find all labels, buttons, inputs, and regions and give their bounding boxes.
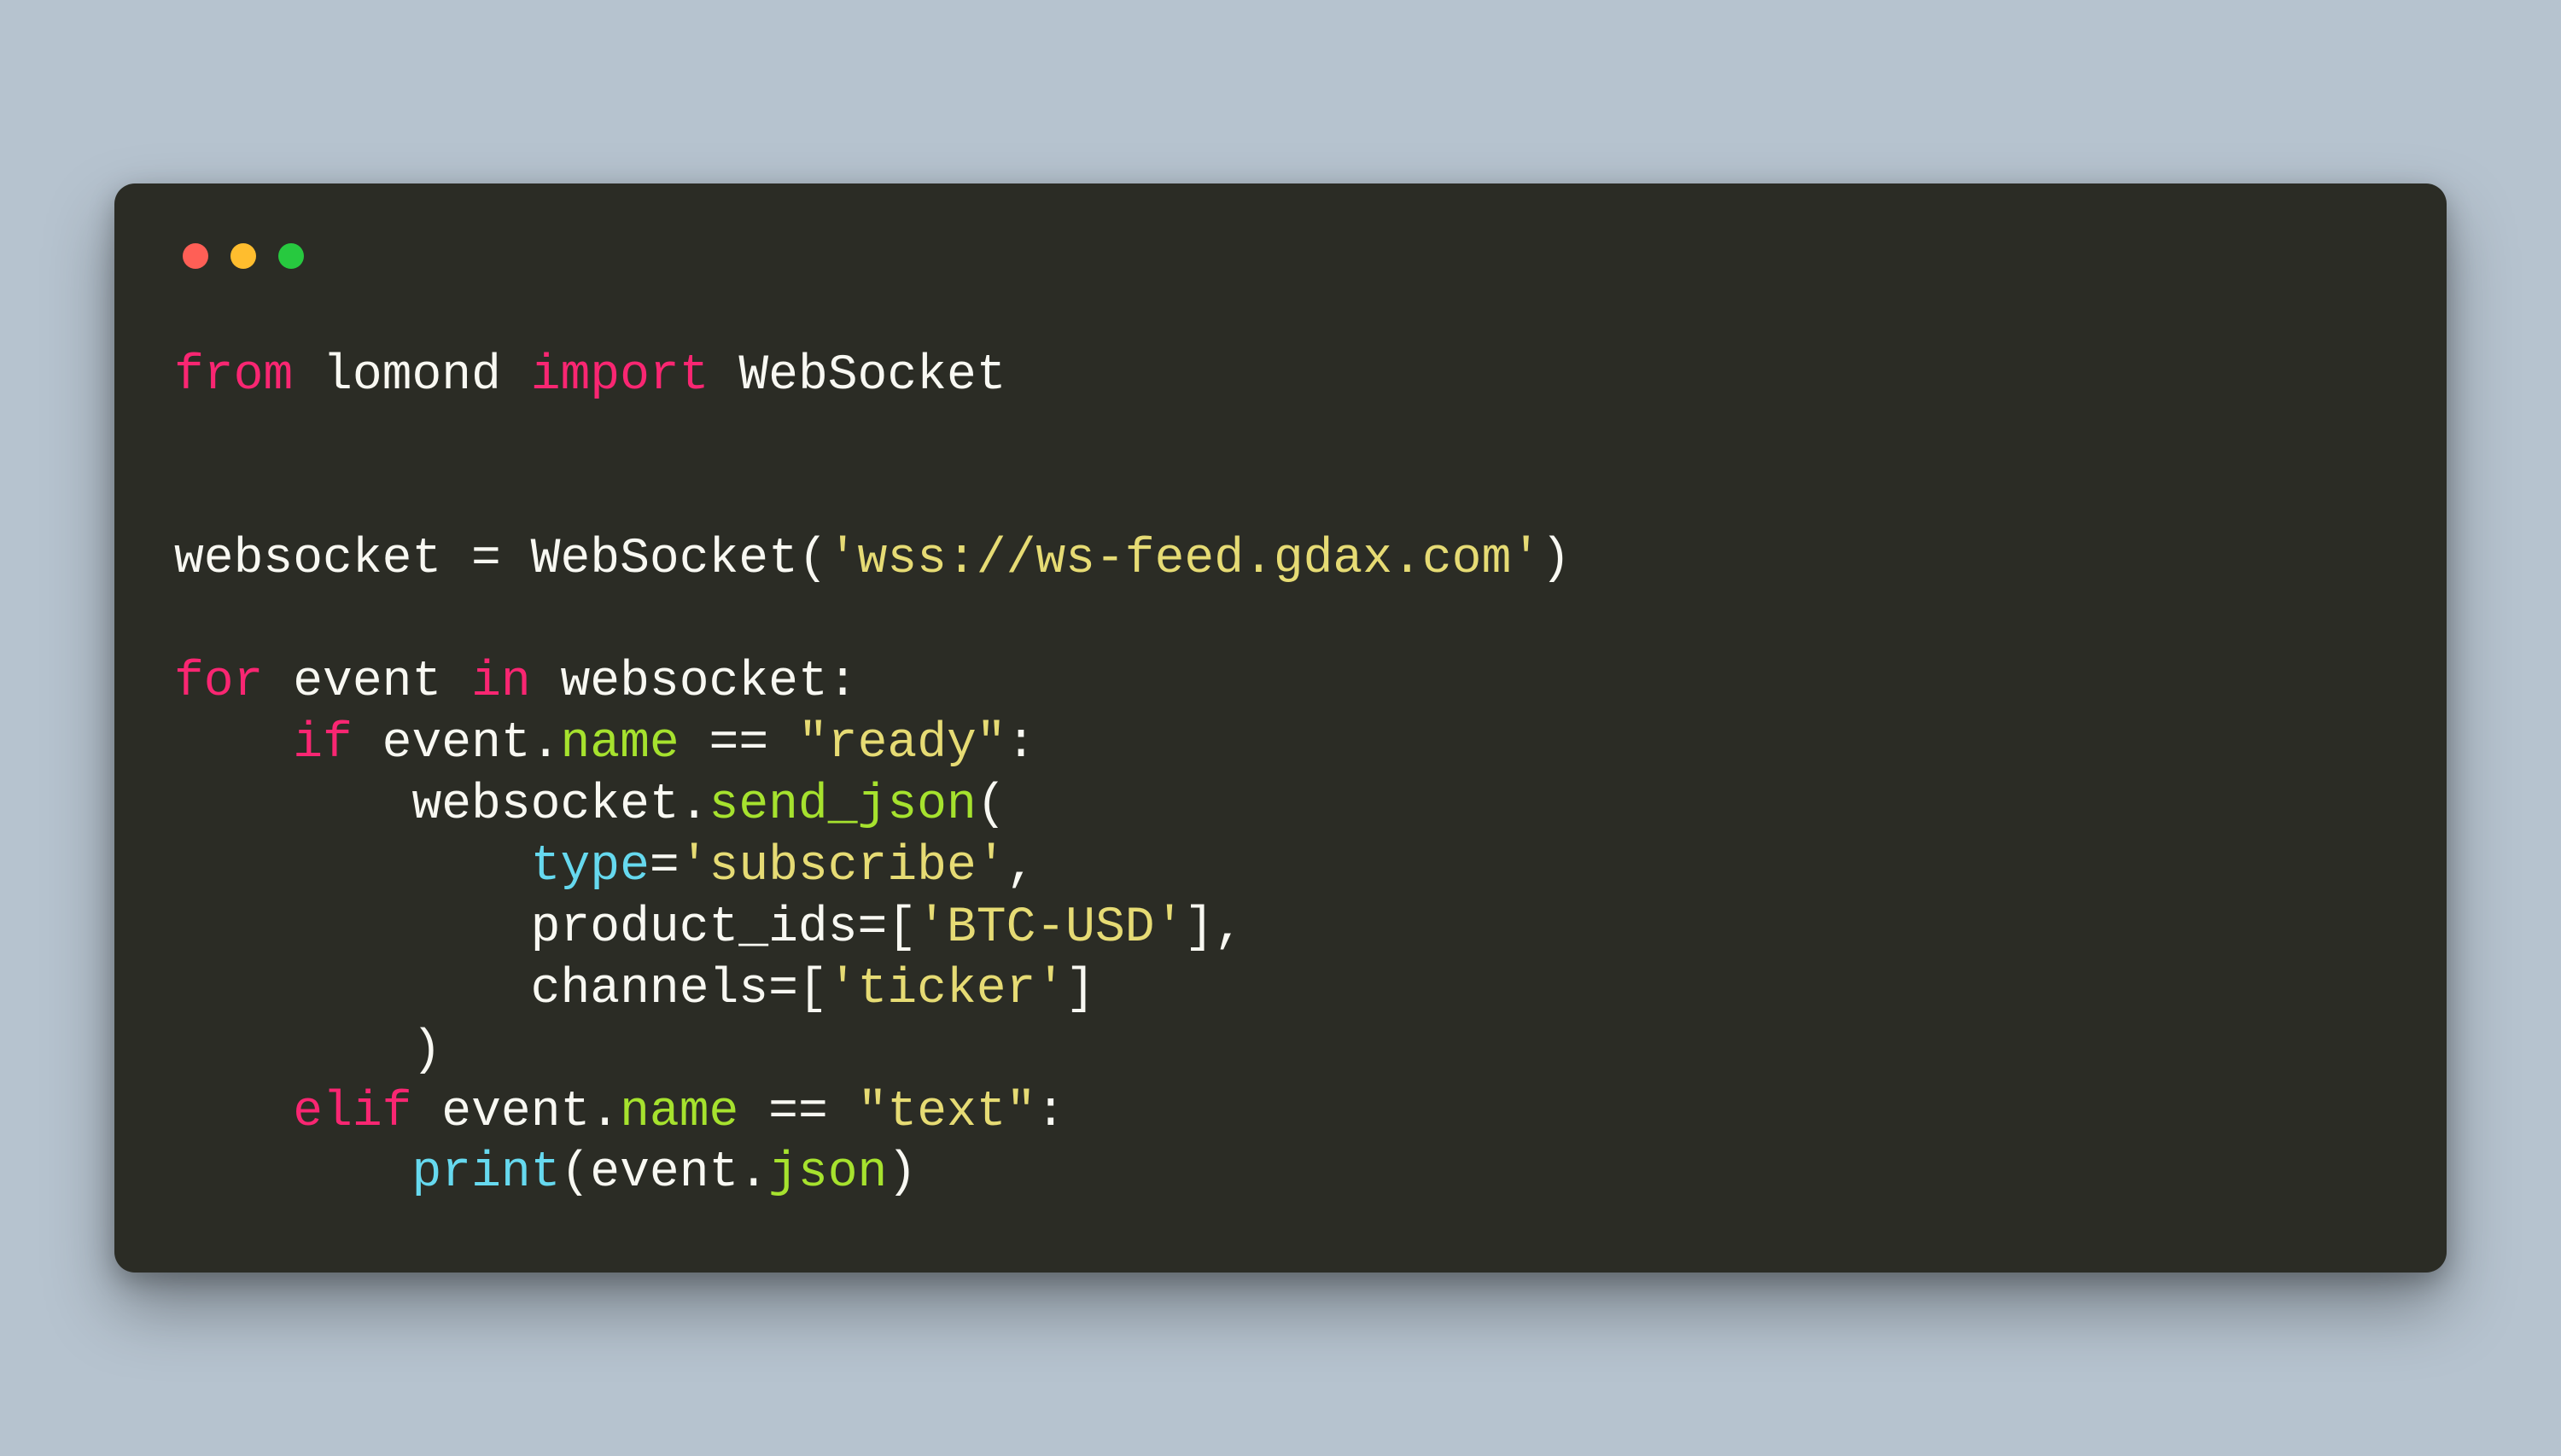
window-controls xyxy=(183,243,2387,269)
code-block: from lomond import WebSocket websocket =… xyxy=(174,346,2387,1205)
minimize-icon[interactable] xyxy=(230,243,256,269)
code-window: from lomond import WebSocket websocket =… xyxy=(114,183,2447,1273)
close-icon[interactable] xyxy=(183,243,208,269)
zoom-icon[interactable] xyxy=(278,243,304,269)
